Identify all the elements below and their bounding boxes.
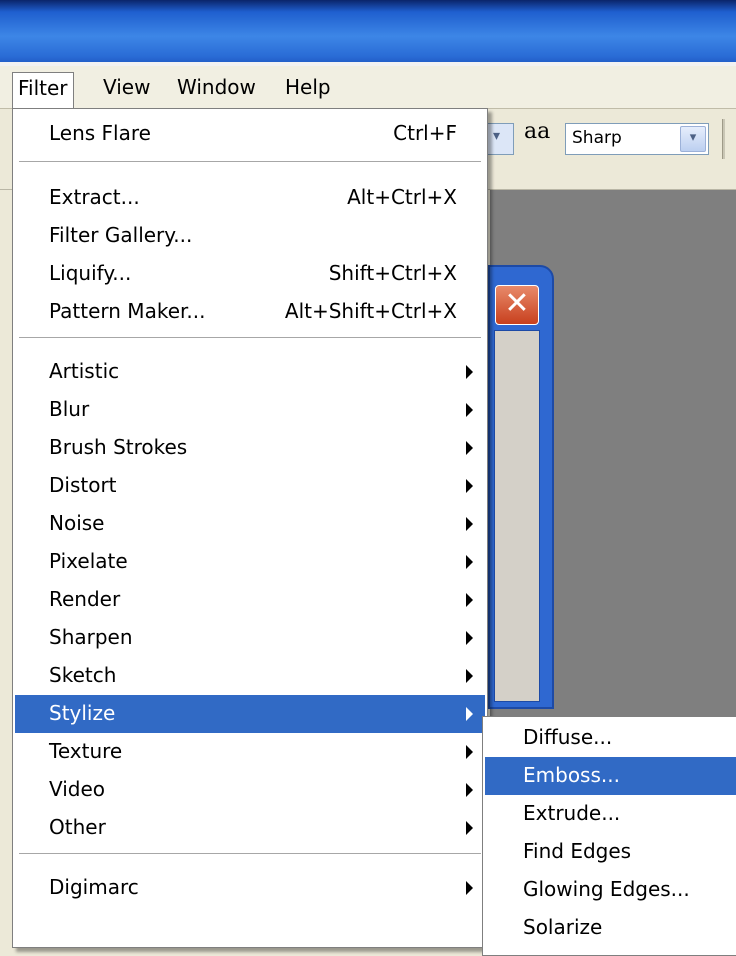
menu-item-label: Filter Gallery...	[49, 223, 193, 247]
chevron-down-icon[interactable]: ▾	[680, 126, 706, 152]
submenu-item-label: Diffuse...	[523, 725, 613, 749]
menu-item-digimarc[interactable]: Digimarc	[15, 869, 485, 907]
menu-item-label: Blur	[49, 397, 90, 421]
submenu-item-label: Find Edges	[523, 839, 632, 863]
menu-view[interactable]: View	[98, 72, 155, 102]
toolbar-divider	[722, 119, 725, 159]
menu-item-shortcut: Alt+Shift+Ctrl+X	[284, 299, 457, 323]
menu-window-label: Window	[177, 75, 256, 99]
menu-item-sharpen[interactable]: Sharpen	[15, 619, 485, 657]
submenu-arrow-icon	[466, 479, 473, 493]
menu-item-blur[interactable]: Blur	[15, 391, 485, 429]
submenu-arrow-icon	[466, 745, 473, 759]
submenu-item-label: Solarize	[523, 915, 603, 939]
submenu-item-diffuse[interactable]: Diffuse...	[485, 719, 736, 757]
menu-item-lens-flare[interactable]: Lens Flare Ctrl+F	[15, 115, 485, 153]
submenu-arrow-icon	[466, 881, 473, 895]
submenu-arrow-icon	[466, 707, 473, 721]
menu-item-filter-gallery[interactable]: Filter Gallery...	[15, 217, 485, 255]
menu-item-label: Other	[49, 815, 106, 839]
menu-item-pattern-maker[interactable]: Pattern Maker... Alt+Shift+Ctrl+X	[15, 293, 485, 331]
submenu-arrow-icon	[466, 441, 473, 455]
menu-bar: Filter View Window Help	[0, 66, 736, 109]
menu-item-artistic[interactable]: Artistic	[15, 353, 485, 391]
submenu-arrow-icon	[466, 783, 473, 797]
menu-item-label: Digimarc	[49, 875, 139, 899]
menu-filter[interactable]: Filter	[12, 72, 74, 109]
menu-item-liquify[interactable]: Liquify... Shift+Ctrl+X	[15, 255, 485, 293]
submenu-item-label: Glowing Edges...	[523, 877, 690, 901]
submenu-arrow-icon	[466, 631, 473, 645]
submenu-arrow-icon	[466, 821, 473, 835]
menu-item-video[interactable]: Video	[15, 771, 485, 809]
menu-item-label: Liquify...	[49, 261, 132, 285]
palette-body	[494, 330, 540, 702]
close-icon[interactable]: ✕	[495, 285, 539, 325]
window-title-bar[interactable]	[0, 0, 736, 66]
chevron-down-icon: ▾	[493, 128, 501, 144]
submenu-arrow-icon	[466, 593, 473, 607]
anti-alias-select[interactable]: Sharp ▾	[565, 123, 709, 155]
submenu-arrow-icon	[466, 517, 473, 531]
menu-item-label: Sketch	[49, 663, 117, 687]
font-size-dropdown-button[interactable]: ▾	[486, 123, 514, 155]
menu-item-label: Pattern Maker...	[49, 299, 206, 323]
menu-item-stylize[interactable]: Stylize	[15, 695, 485, 733]
menu-item-label: Render	[49, 587, 121, 611]
menu-item-shortcut: Alt+Ctrl+X	[347, 185, 457, 209]
menu-item-other[interactable]: Other	[15, 809, 485, 847]
submenu-arrow-icon	[466, 365, 473, 379]
submenu-arrow-icon	[466, 669, 473, 683]
menu-item-label: Distort	[49, 473, 117, 497]
menu-separator	[19, 161, 481, 163]
submenu-arrow-icon	[466, 555, 473, 569]
submenu-item-extrude[interactable]: Extrude...	[485, 795, 736, 833]
menu-window[interactable]: Window	[172, 72, 261, 102]
menu-item-shortcut: Shift+Ctrl+X	[328, 261, 457, 285]
submenu-item-solarize[interactable]: Solarize	[485, 909, 736, 947]
menu-item-label: Noise	[49, 511, 105, 535]
menu-help-label: Help	[285, 75, 331, 99]
menu-separator	[19, 337, 481, 339]
menu-item-label: Stylize	[49, 701, 116, 725]
menu-view-label: View	[103, 75, 151, 99]
menu-item-pixelate[interactable]: Pixelate	[15, 543, 485, 581]
submenu-arrow-icon	[466, 403, 473, 417]
menu-item-label: Lens Flare	[49, 121, 151, 145]
submenu-item-find-edges[interactable]: Find Edges	[485, 833, 736, 871]
menu-item-sketch[interactable]: Sketch	[15, 657, 485, 695]
menu-item-label: Artistic	[49, 359, 120, 383]
submenu-item-label: Extrude...	[523, 801, 621, 825]
menu-item-noise[interactable]: Noise	[15, 505, 485, 543]
menu-help[interactable]: Help	[280, 72, 336, 102]
submenu-item-glowing-edges[interactable]: Glowing Edges...	[485, 871, 736, 909]
anti-alias-icon: aa	[524, 119, 551, 144]
menu-item-distort[interactable]: Distort	[15, 467, 485, 505]
menu-item-label: Extract...	[49, 185, 140, 209]
filter-menu: Lens Flare Ctrl+F Extract... Alt+Ctrl+X Filt…	[12, 108, 488, 948]
menu-item-texture[interactable]: Texture	[15, 733, 485, 771]
menu-item-label: Texture	[49, 739, 123, 763]
menu-separator	[19, 853, 481, 855]
submenu-item-emboss[interactable]: Emboss...	[485, 757, 736, 795]
menu-item-brush-strokes[interactable]: Brush Strokes	[15, 429, 485, 467]
menu-item-render[interactable]: Render	[15, 581, 485, 619]
menu-item-label: Brush Strokes	[49, 435, 188, 459]
menu-item-shortcut: Ctrl+F	[393, 121, 457, 145]
menu-item-label: Pixelate	[49, 549, 128, 573]
stylize-submenu: Diffuse... Emboss... Extrude... Find Edges G…	[482, 716, 736, 956]
anti-alias-value: Sharp	[572, 128, 622, 148]
menu-item-extract[interactable]: Extract... Alt+Ctrl+X	[15, 179, 485, 217]
submenu-item-label: Emboss...	[523, 763, 620, 787]
menu-item-label: Video	[49, 777, 106, 801]
menu-item-label: Sharpen	[49, 625, 133, 649]
menu-filter-label: Filter	[18, 76, 68, 100]
